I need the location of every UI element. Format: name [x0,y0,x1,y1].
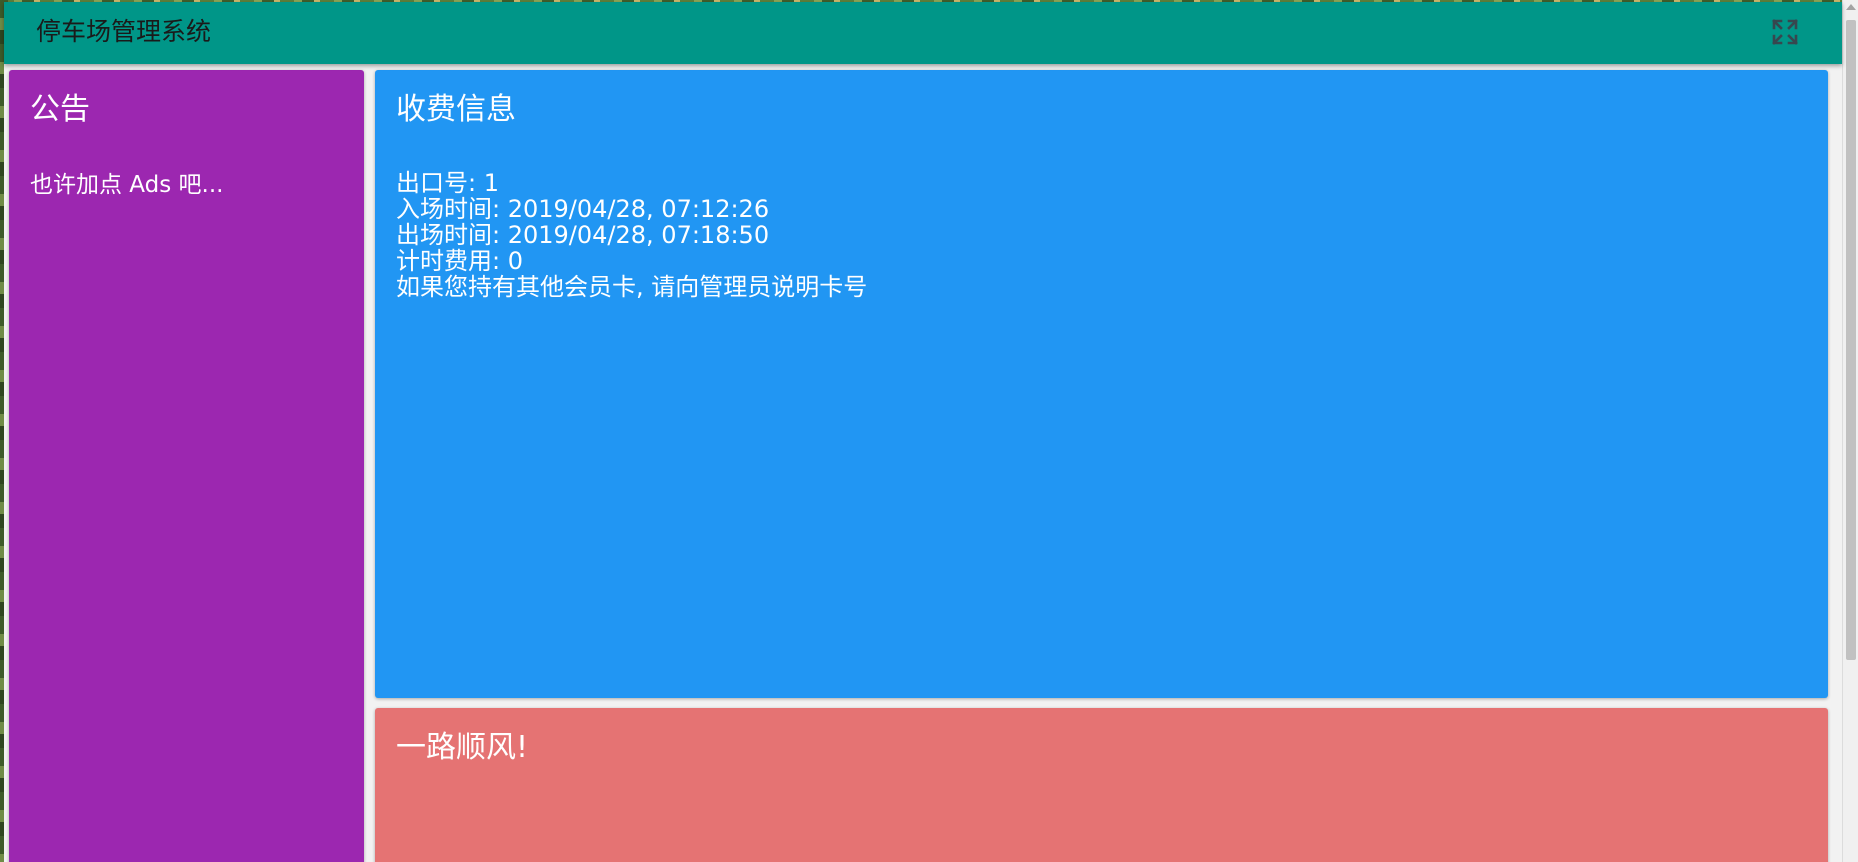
farewell-title: 一路顺风! [396,730,529,765]
app-bar: 停车场管理系统 [4,2,1842,64]
fee-info-panel: 收费信息 出口号: 1 入场时间: 2019/04/28, 07:12:26 出… [375,70,1828,698]
announcement-title: 公告 [30,92,90,127]
announcement-panel: 公告 也许加点 Ads 吧... [9,70,364,862]
exit-time: 出场时间: 2019/04/28, 07:18:50 [396,221,770,249]
member-card-notice: 如果您持有其他会员卡, 请向管理员说明卡号 [396,273,868,301]
exit-number: 出口号: 1 [396,169,499,197]
fullscreen-icon[interactable] [1770,17,1800,47]
timed-fee: 计时费用: 0 [396,247,523,275]
farewell-panel: 一路顺风! [375,708,1828,862]
fee-info-title: 收费信息 [396,92,516,127]
fee-info-details: 出口号: 1 入场时间: 2019/04/28, 07:12:26 出场时间: … [396,170,867,300]
scroll-up-arrow-icon[interactable] [1846,4,1856,10]
vertical-scrollbar[interactable] [1842,0,1858,862]
announcement-text: 也许加点 Ads 吧... [30,172,224,198]
entry-time: 入场时间: 2019/04/28, 07:12:26 [396,195,770,223]
app-window: 停车场管理系统 公告 也许加点 Ads 吧... 收费信息 出口号: 1 入场时… [4,2,1842,862]
app-title: 停车场管理系统 [36,17,212,46]
scrollbar-thumb[interactable] [1846,20,1856,660]
